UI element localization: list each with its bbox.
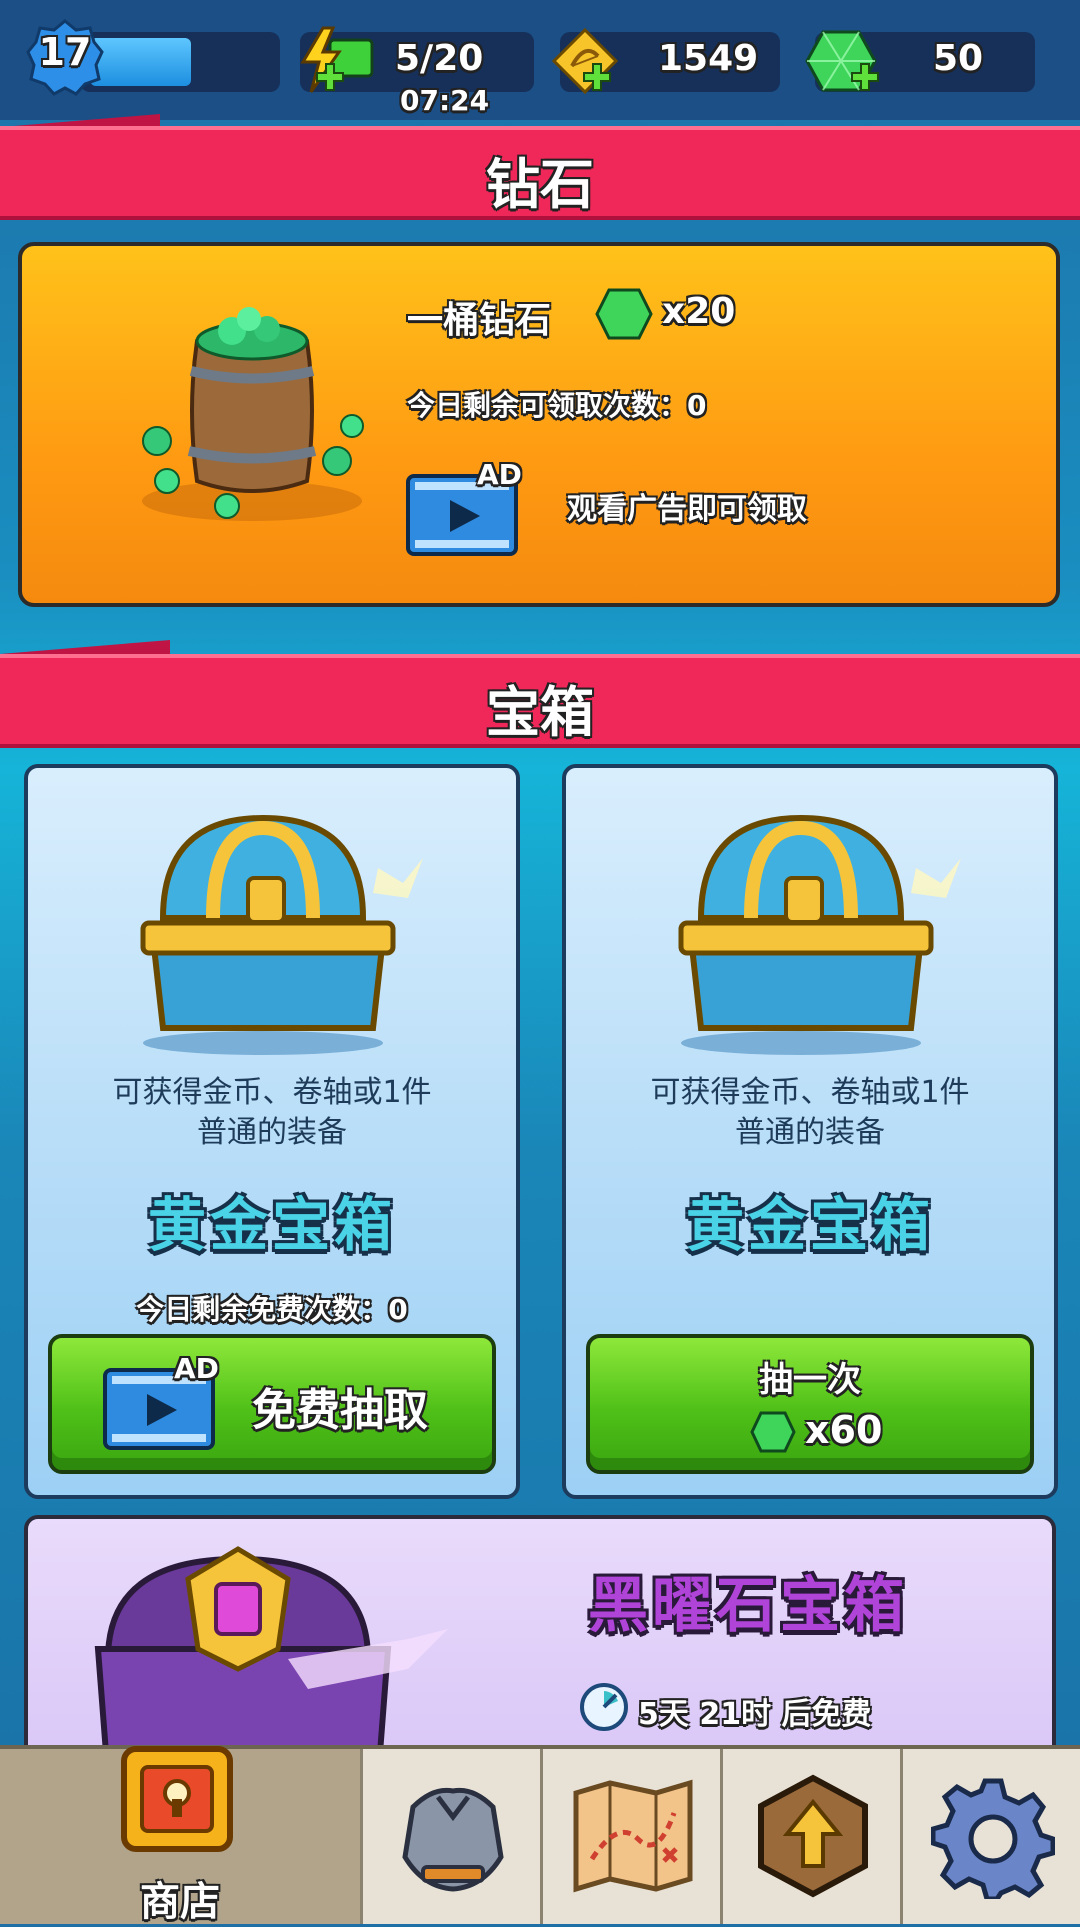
draw-once-button[interactable]: 抽一次 x60	[586, 1334, 1034, 1474]
nav-upgrade[interactable]	[720, 1749, 900, 1924]
free-draw-label: 免费抽取	[252, 1385, 428, 1436]
gem-barrel-icon	[142, 307, 364, 521]
gear-icon	[931, 1778, 1055, 1899]
chest-title: 黄金宝箱	[147, 1191, 396, 1259]
chest-description: 可获得金币、卷轴或1件 普通的装备	[566, 1073, 1054, 1153]
nav-shop[interactable]: 商店	[0, 1746, 360, 1925]
add-energy-icon[interactable]	[315, 62, 345, 92]
armor-icon	[402, 1787, 504, 1892]
chest-title: 黄金宝箱	[685, 1191, 934, 1259]
level-progress-fill	[90, 38, 191, 86]
diamond-section-banner: 钻石	[0, 126, 1080, 220]
golden-chest-card-paid[interactable]: 可获得金币、卷轴或1件 普通的装备 黄金宝箱 抽一次 x60	[562, 764, 1058, 1499]
timer-icon	[580, 1683, 628, 1731]
gem-icon	[595, 288, 653, 340]
obsidian-free-timer: 5天 21时 后免费	[638, 1697, 872, 1732]
top-bar: 17 5/20 07:24 1549 50	[0, 0, 1080, 120]
golden-chest-icon	[678, 814, 961, 1055]
chest-description-line2: 普通的装备	[735, 1115, 885, 1150]
map-icon	[573, 1779, 693, 1893]
free-draw-button[interactable]: AD 免费抽取	[48, 1334, 496, 1474]
watch-ad-text: 观看广告即可领取	[567, 492, 807, 527]
level-number: 17	[38, 30, 92, 74]
nav-shop-label: 商店	[140, 1879, 220, 1925]
nav-map[interactable]	[540, 1749, 720, 1924]
diamond-offer-quantity: x20	[662, 291, 736, 332]
add-scroll-icon[interactable]	[582, 62, 612, 92]
add-gem-icon[interactable]	[850, 62, 880, 92]
diamond-remaining-claims: 今日剩余可领取次数：0	[407, 389, 707, 422]
chest-description: 可获得金币、卷轴或1件 普通的装备	[28, 1073, 516, 1153]
ad-badge: AD	[477, 458, 522, 491]
nav-settings[interactable]	[900, 1749, 1080, 1924]
diamond-offer-name: 一桶钻石	[407, 300, 552, 341]
diamond-offer-card[interactable]: 一桶钻石 x20 今日剩余可领取次数：0 AD 观看广告即可领取	[18, 242, 1060, 607]
chest-description-line2: 普通的装备	[197, 1115, 347, 1150]
chest-section-banner: 宝箱	[0, 654, 1080, 748]
chest-description-line1: 可获得金币、卷轴或1件	[112, 1075, 432, 1110]
bottom-nav: 商店	[0, 1745, 1080, 1925]
scroll-value: 1549	[658, 38, 759, 79]
diamond-section-title: 钻石	[486, 153, 594, 216]
golden-chest-card-free[interactable]: 可获得金币、卷轴或1件 普通的装备 黄金宝箱 今日剩余免费次数：0 AD 免费抽…	[24, 764, 520, 1499]
gem-value: 50	[933, 38, 984, 79]
video-ad-badge: AD	[102, 1352, 227, 1453]
nav-equipment[interactable]	[360, 1749, 540, 1924]
banner-flag	[0, 640, 170, 654]
draw-once-label: 抽一次	[759, 1360, 861, 1400]
golden-chest-icon	[140, 814, 423, 1055]
shop-chest-icon	[121, 1746, 233, 1852]
chest-free-remaining: 今日剩余免费次数：0	[136, 1293, 408, 1326]
chest-description-line1: 可获得金币、卷轴或1件	[650, 1075, 970, 1110]
obsidian-chest-title: 黑曜石宝箱	[588, 1571, 908, 1641]
upgrade-arrow-icon	[758, 1774, 868, 1898]
draw-cost: x60	[805, 1408, 883, 1452]
ad-badge: AD	[174, 1352, 219, 1385]
gem-icon	[750, 1411, 796, 1453]
energy-value: 5/20	[395, 38, 484, 79]
watch-ad-button[interactable]: AD	[405, 458, 530, 559]
chest-section-title: 宝箱	[486, 681, 594, 744]
energy-timer: 07:24	[400, 84, 490, 117]
